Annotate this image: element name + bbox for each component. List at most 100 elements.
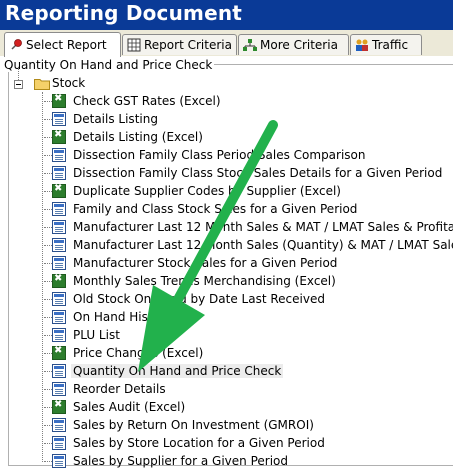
report-icon: [52, 382, 66, 396]
tree-item[interactable]: Family and Class Stock Sales for a Given…: [44, 200, 359, 218]
tree-item[interactable]: PLU List: [44, 326, 122, 344]
tree-item-label: Sales by Return On Investment (GMROI): [73, 418, 314, 432]
tab-select-report-label: Select Report: [26, 38, 107, 52]
tree-item[interactable]: Dissection Family Class Period Sales Com…: [44, 146, 368, 164]
tree-guide: [44, 281, 52, 282]
report-icon: [52, 328, 66, 342]
criteria-grid-icon: [127, 38, 141, 52]
tree-item[interactable]: Sales Audit (Excel): [44, 398, 187, 416]
network-icon: [243, 38, 257, 52]
tree-guide: [44, 443, 52, 444]
tree-guide: [44, 371, 52, 372]
folder-icon: [34, 77, 50, 90]
tree-guide: [44, 191, 52, 192]
tab-traffic[interactable]: Traffic: [350, 34, 422, 55]
tree-item-label: Family and Class Stock Sales for a Given…: [73, 202, 358, 216]
tree-item-label: Details Listing (Excel): [73, 130, 203, 144]
report-icon: [52, 256, 66, 270]
tree-item-label: Sales by Supplier for a Given Period: [73, 454, 288, 468]
tree-item[interactable]: Manufacturer Stock Sales for a Given Per…: [44, 254, 339, 272]
tree-guide: [44, 155, 52, 156]
report-icon: [52, 166, 66, 180]
tree-item[interactable]: Manufacturer Last 12 Month Sales & MAT /…: [44, 218, 453, 236]
tree-item-label: Manufacturer Last 12 Month Sales (Quanti…: [73, 238, 453, 252]
people-icon: [355, 38, 369, 52]
report-icon: [52, 310, 66, 324]
tree-item-label: Quantity On Hand and Price Check: [71, 364, 284, 378]
tree-guide: [44, 461, 52, 462]
excel-report-icon: [52, 399, 66, 414]
report-icon: [52, 436, 66, 450]
tree-item-label: Reorder Details: [73, 382, 166, 396]
tree-guide: [44, 389, 52, 390]
tab-report-criteria[interactable]: Report Criteria: [122, 34, 237, 55]
tree-item-label: Dissection Family Class Stock Sales Deta…: [73, 166, 443, 180]
tree-item-label: Sales Audit (Excel): [73, 400, 186, 414]
tree-guide: [44, 227, 52, 228]
tree-item-label: Dissection Family Class Period Sales Com…: [73, 148, 366, 162]
report-icon: [52, 238, 66, 252]
report-icon: [52, 418, 66, 432]
tree-guide: [44, 173, 52, 174]
tree-item[interactable]: Check GST Rates (Excel): [44, 92, 223, 110]
tree-item[interactable]: Dissection Family Class Stock Sales Deta…: [44, 164, 444, 182]
excel-report-icon: [52, 273, 66, 288]
report-icon: [52, 220, 66, 234]
tab-traffic-label: Traffic: [372, 38, 409, 52]
tree-item[interactable]: Reorder Details: [44, 380, 168, 398]
tree-guide: [44, 317, 52, 318]
tree-item-label: PLU List: [73, 328, 120, 342]
excel-report-icon: [52, 129, 66, 144]
tree-guide: [44, 425, 52, 426]
tree-guide: [44, 245, 52, 246]
excel-report-icon: [52, 93, 66, 108]
tree-item-label: Price Changes (Excel): [73, 346, 204, 360]
report-icon: [52, 202, 66, 216]
tree-item-label: Manufacturer Stock Sales for a Given Per…: [73, 256, 338, 270]
tree-item[interactable]: Quantity On Hand and Price Check: [44, 362, 284, 380]
tree-item[interactable]: Sales by Supplier for a Given Period: [44, 452, 290, 470]
tab-report-criteria-label: Report Criteria: [144, 38, 232, 52]
window-title: Reporting Document: [5, 1, 243, 25]
report-icon: [52, 454, 66, 468]
excel-report-icon: [52, 183, 66, 198]
tree-item[interactable]: Price Changes (Excel): [44, 344, 205, 362]
tree-guide: [44, 101, 52, 102]
report-icon: [52, 364, 66, 378]
excel-report-icon: [52, 345, 66, 360]
tree-guide: [44, 119, 52, 120]
tree-item[interactable]: Details Listing (Excel): [44, 128, 205, 146]
tree-item[interactable]: Manufacturer Last 12 Month Sales (Quanti…: [44, 236, 453, 254]
collapse-toggle[interactable]: [14, 80, 23, 89]
tree-item-label: Old Stock On Hand by Date Last Received: [73, 292, 325, 306]
report-icon: [52, 292, 66, 306]
tree-item[interactable]: Details Listing: [44, 110, 160, 128]
pin-icon: [9, 38, 23, 52]
tree-guide: [44, 335, 52, 336]
tree-guide: [44, 353, 52, 354]
tree-item[interactable]: Monthly Sales Trends Merchandising (Exce…: [44, 272, 338, 290]
tree-item[interactable]: Sales by Store Location for a Given Peri…: [44, 434, 327, 452]
tab-more-criteria[interactable]: More Criteria: [238, 34, 349, 55]
tree-guide: [44, 407, 52, 408]
title-bar: Reporting Document: [0, 0, 453, 30]
tab-more-criteria-label: More Criteria: [260, 38, 338, 52]
tree-guide: [44, 137, 52, 138]
tree-item[interactable]: Old Stock On Hand by Date Last Received: [44, 290, 327, 308]
tree-item-label: Check GST Rates (Excel): [73, 94, 221, 108]
tree-guide: [44, 299, 52, 300]
tree-item[interactable]: On Hand History: [44, 308, 174, 326]
tab-select-report[interactable]: Select Report: [4, 32, 121, 57]
tree-item-label: Details Listing: [73, 112, 158, 126]
tree-item-label: Sales by Store Location for a Given Peri…: [73, 436, 325, 450]
report-icon: [52, 112, 66, 126]
tree-item-label: Monthly Sales Trends Merchandising (Exce…: [73, 274, 336, 288]
tree-item-label: On Hand History: [73, 310, 172, 324]
tree-root-label[interactable]: Stock: [52, 76, 85, 90]
report-icon: [52, 148, 66, 162]
tree-item[interactable]: Sales by Return On Investment (GMROI): [44, 416, 316, 434]
tree-guide: [42, 92, 43, 462]
tree-item-label: Manufacturer Last 12 Month Sales & MAT /…: [73, 220, 453, 234]
tree-item[interactable]: Duplicate Supplier Codes by Supplier (Ex…: [44, 182, 343, 200]
tab-strip: Select Report Report Criteria More Crite…: [0, 30, 453, 57]
